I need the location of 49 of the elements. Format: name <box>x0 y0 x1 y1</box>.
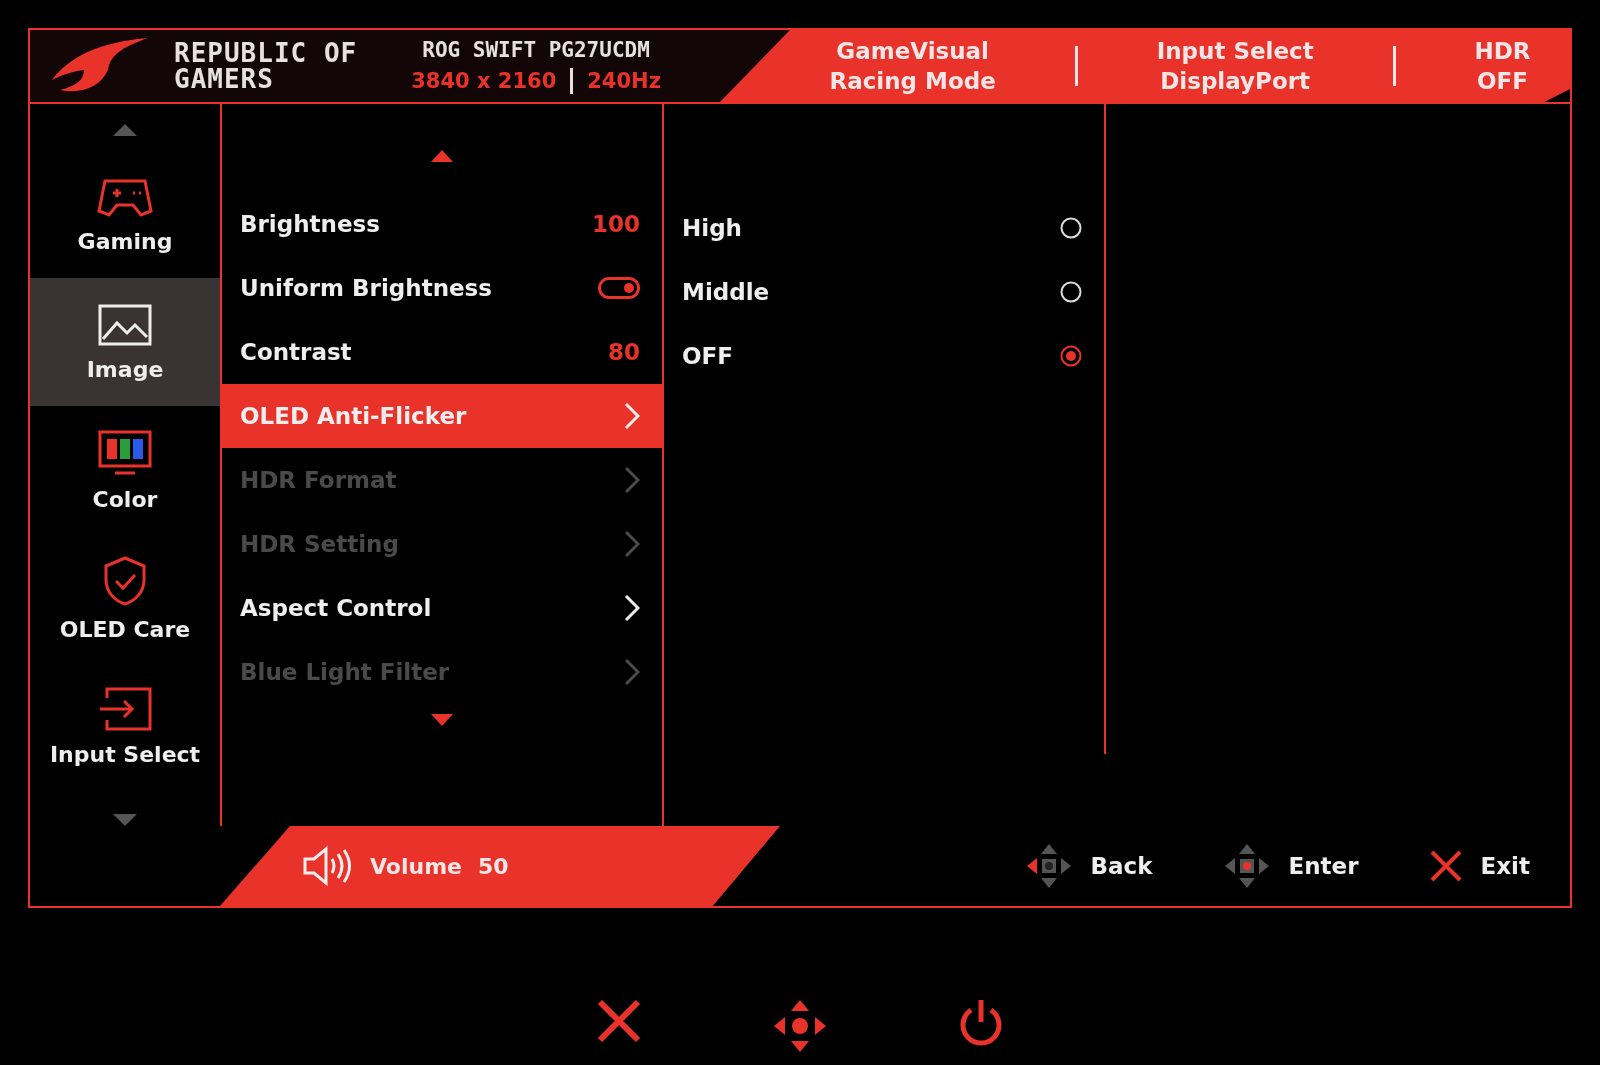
status-label: HDR <box>1474 38 1531 64</box>
joystick-icon[interactable] <box>772 998 828 1054</box>
brand-logo-text: REPUBLIC OF GAMERS <box>174 40 358 92</box>
refresh-rate-text: 240Hz <box>587 69 661 93</box>
resolution-text: 3840 x 2160 <box>411 69 557 93</box>
input-icon <box>97 685 153 732</box>
close-icon <box>1428 849 1463 883</box>
sidebar-item[interactable]: Image <box>30 278 220 406</box>
chevron-right-icon <box>624 530 640 558</box>
option-label: High <box>682 215 742 241</box>
image-icon <box>97 302 153 347</box>
status-label: GameVisual <box>836 38 989 64</box>
volume-value: 50 <box>478 853 509 879</box>
chevron-right-icon <box>624 466 640 494</box>
sidebar-item[interactable]: OLED Care <box>30 534 220 662</box>
menu-item[interactable]: Aspect Control <box>222 576 662 640</box>
close-icon[interactable] <box>596 998 642 1044</box>
speaker-icon <box>302 846 354 886</box>
model-name: ROG SWIFT PG27UCDM <box>422 38 650 62</box>
menu-item[interactable]: Contrast 80 <box>222 320 662 384</box>
option-label: Middle <box>682 279 770 305</box>
chevron-right-icon <box>624 402 640 430</box>
power-icon[interactable] <box>958 998 1004 1046</box>
menu-item[interactable]: Uniform Brightness <box>222 256 662 320</box>
status-value: OFF <box>1477 68 1528 94</box>
nav-hint: Back <box>1090 853 1153 879</box>
status-value: DisplayPort <box>1160 68 1311 94</box>
sidebar-item[interactable]: Color <box>30 406 220 534</box>
scroll-down-icon[interactable] <box>113 814 137 826</box>
sidebar-item[interactable]: Gaming <box>30 150 220 278</box>
scroll-up-icon[interactable] <box>431 150 453 162</box>
menu-item[interactable]: OLED Anti-Flicker <box>222 384 662 448</box>
setting-value: 100 <box>592 211 640 237</box>
nav-hint: Enter <box>1288 853 1359 879</box>
status-label: Input Select <box>1156 38 1314 64</box>
chevron-right-icon <box>624 658 640 686</box>
menu-item[interactable]: Brightness 100 <box>222 192 662 256</box>
chevron-right-icon <box>624 594 640 622</box>
setting-value: 80 <box>608 339 640 365</box>
nav-hint: Exit <box>1480 853 1530 879</box>
toggle-switch[interactable] <box>598 277 640 299</box>
volume-label: Volume <box>370 853 462 879</box>
radio-button[interactable] <box>1060 345 1082 367</box>
sidebar-item[interactable]: Input Select <box>30 662 220 790</box>
scroll-down-icon[interactable] <box>431 714 453 726</box>
status-value: Racing Mode <box>829 68 996 94</box>
option-label: OFF <box>682 343 733 369</box>
monitor-icon <box>97 428 153 477</box>
scroll-up-icon[interactable] <box>113 124 137 136</box>
